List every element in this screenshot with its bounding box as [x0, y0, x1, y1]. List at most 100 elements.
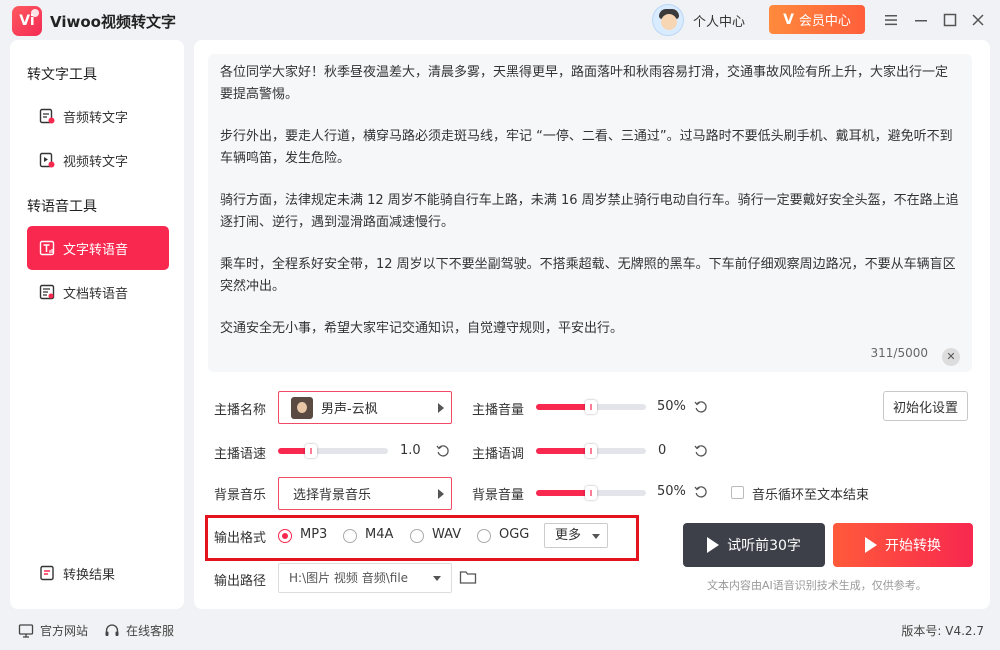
format-label-ogg: OGG: [499, 527, 530, 542]
chevron-right-icon: [438, 489, 444, 499]
loop-checkbox[interactable]: [731, 486, 744, 499]
output-path-value: H:\图片 视频 音频\file: [289, 571, 409, 585]
maximize-button[interactable]: [940, 10, 960, 30]
bgm-volume-value: 50%: [657, 484, 686, 499]
format-radio-wav[interactable]: [410, 529, 424, 543]
editor-paragraph: 骑行方面，法律规定未满 12 周岁不能骑自行车上路，未满 16 周岁禁止骑行电动…: [220, 193, 959, 230]
monitor-icon: [18, 623, 34, 638]
pitch-slider[interactable]: [536, 444, 646, 458]
more-formats-label: 更多: [555, 528, 582, 543]
preview-button[interactable]: 试听前30字: [683, 523, 825, 567]
path-label: 输出路径: [214, 574, 267, 589]
editor-paragraph: 交通安全无小事，希望大家牢记交通知识，自觉遵守规则，平安出行。: [220, 321, 624, 336]
volume-label: 主播音量: [472, 403, 525, 418]
text-to-speech-icon: [39, 240, 55, 256]
play-icon: [865, 537, 877, 553]
format-label-mp3: MP3: [300, 527, 328, 542]
vip-center-button[interactable]: V 会员中心: [769, 5, 865, 34]
bgm-value: 选择背景音乐: [293, 488, 372, 503]
slider-fill: [536, 490, 591, 496]
format-radio-mp3[interactable]: [278, 529, 292, 543]
bgm-selector[interactable]: 选择背景音乐: [278, 477, 452, 510]
user-center-link[interactable]: 个人中心: [693, 11, 745, 30]
start-label: 开始转换: [885, 538, 941, 554]
speed-slider[interactable]: [278, 444, 388, 458]
main-panel: 各位同学大家好！秋季昼夜温差大，清晨多雾，天黑得更早，路面落叶和秋雨容易打滑，交…: [194, 40, 990, 609]
vip-icon: V: [783, 11, 794, 28]
pitch-label: 主播语调: [472, 447, 525, 462]
slider-fill: [536, 404, 591, 410]
result-icon: [39, 565, 55, 581]
reset-icon[interactable]: [436, 444, 450, 458]
bgm-volume-slider[interactable]: [536, 486, 646, 500]
slider-handle[interactable]: [585, 400, 597, 414]
sidebar: 转文字工具 音频转文字 视频转文字 转语音工具 文字转语音 文档转语音 转换结果: [10, 40, 184, 609]
output-path-select[interactable]: H:\图片 视频 音频\file: [278, 563, 452, 593]
format-radio-ogg[interactable]: [477, 529, 491, 543]
menu-icon[interactable]: [881, 10, 901, 30]
play-icon: [707, 537, 720, 553]
sidebar-group-to-text: 转文字工具: [27, 67, 97, 83]
anchor-value: 男声-云枫: [321, 402, 378, 417]
text-editor[interactable]: 各位同学大家好！秋季昼夜温差大，清晨多雾，天黑得更早，路面落叶和秋雨容易打滑，交…: [208, 54, 972, 372]
anchor-label: 主播名称: [214, 403, 267, 418]
version-label: 版本号: V4.2.7: [901, 624, 984, 638]
minimize-button[interactable]: [911, 10, 931, 30]
format-radio-m4a[interactable]: [343, 529, 357, 543]
sidebar-item-audio-to-text[interactable]: 音频转文字: [27, 94, 169, 138]
sidebar-item-result[interactable]: 转换结果: [27, 551, 169, 595]
editor-paragraph: 乘车时，全程系好安全带，12 周岁以下不要坐副驾驶。不搭乘超载、无牌照的黑车。下…: [220, 257, 956, 294]
doc-to-speech-icon: [39, 284, 55, 300]
speed-label: 主播语速: [214, 447, 267, 462]
sidebar-item-label: 转换结果: [63, 567, 116, 583]
volume-slider[interactable]: [536, 400, 646, 414]
slider-handle[interactable]: [585, 444, 597, 458]
video-to-text-icon: [39, 152, 55, 168]
online-support-link[interactable]: 在线客服: [104, 622, 174, 639]
more-formats-select[interactable]: 更多: [544, 523, 608, 548]
chevron-down-icon: [433, 576, 441, 581]
speed-value: 1.0: [400, 443, 421, 458]
volume-value: 50%: [657, 399, 686, 414]
sidebar-item-label: 视频转文字: [63, 154, 129, 170]
ai-disclaimer: 文本内容由AI语音识别技术生成，仅供参考。: [707, 579, 927, 592]
slider-fill: [536, 448, 591, 454]
loop-label: 音乐循环至文本结束: [752, 488, 870, 503]
status-bar: 官方网站 在线客服 版本号: V4.2.7: [0, 612, 1000, 650]
reset-icon[interactable]: [694, 485, 708, 499]
reset-icon[interactable]: [694, 400, 708, 414]
audio-to-text-icon: [39, 108, 55, 124]
preview-label: 试听前30字: [727, 538, 801, 554]
format-label-wav: WAV: [432, 527, 462, 542]
editor-paragraph: 各位同学大家好！秋季昼夜温差大，清晨多雾，天黑得更早，路面落叶和秋雨容易打滑，交…: [220, 65, 949, 102]
char-count: 311/5000: [870, 346, 929, 360]
start-convert-button[interactable]: 开始转换: [833, 523, 973, 567]
pitch-value: 0: [658, 443, 667, 458]
sidebar-item-video-to-text[interactable]: 视频转文字: [27, 138, 169, 182]
format-label-m4a: M4A: [365, 527, 394, 542]
sidebar-item-doc-to-speech[interactable]: 文档转语音: [27, 270, 169, 314]
init-settings-button[interactable]: 初始化设置: [883, 391, 968, 421]
user-avatar[interactable]: [652, 4, 684, 36]
slider-handle[interactable]: [305, 444, 317, 458]
sidebar-item-label: 文字转语音: [63, 242, 129, 258]
slider-handle[interactable]: [585, 486, 597, 500]
editor-paragraph: 步行外出，要走人行道，横穿马路必须走斑马线，牢记 “一停、二看、三通过”。过马路…: [220, 129, 953, 166]
sidebar-item-label: 文档转语音: [63, 286, 129, 302]
title-bar: Vi Viwoo视频转文字 个人中心 V 会员中心: [0, 0, 1000, 40]
official-website-link[interactable]: 官方网站: [18, 622, 88, 639]
official-website-label: 官方网站: [40, 624, 89, 638]
chevron-down-icon: [592, 534, 600, 539]
reset-icon[interactable]: [694, 444, 708, 458]
sidebar-item-text-to-speech[interactable]: 文字转语音: [27, 226, 169, 270]
anchor-avatar: [291, 396, 313, 419]
folder-icon[interactable]: [459, 569, 477, 585]
sidebar-item-label: 音频转文字: [63, 110, 129, 126]
app-title: Viwoo视频转文字: [50, 13, 176, 31]
anchor-selector[interactable]: 男声-云枫: [278, 391, 452, 424]
headset-icon: [105, 623, 119, 636]
clear-text-icon[interactable]: ✕: [942, 348, 960, 366]
close-button[interactable]: [968, 10, 988, 30]
bgm-volume-label: 背景音量: [472, 488, 525, 503]
format-label: 输出格式: [214, 531, 267, 546]
